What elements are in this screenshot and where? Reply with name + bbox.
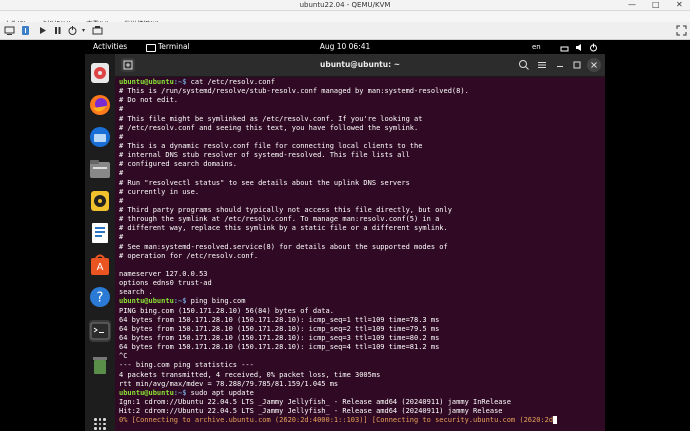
terminal-line: Hit:2 cdrom://Ubuntu 22.04.5 LTS _Jammy …	[119, 407, 503, 416]
close-window-icon[interactable]	[587, 58, 601, 72]
terminal-line: 64 bytes from 150.171.28.10 (150.171.28.…	[119, 315, 440, 324]
apt-progress-line: 0% [Connecting to archive.ubuntu.com (26…	[119, 416, 554, 425]
terminal-icon[interactable]	[89, 320, 111, 342]
terminal-line: 64 bytes from 150.171.28.10 (150.171.28.…	[119, 343, 440, 352]
host-toolbar: ▾	[0, 22, 690, 40]
right-margin	[605, 54, 690, 431]
terminal-line: 4 packets transmitted, 4 received, 0% pa…	[119, 370, 381, 379]
terminal-line: # different way, replace this symlink by…	[119, 224, 448, 233]
writer-icon[interactable]	[89, 222, 111, 244]
window-title: ubuntu22.04 - QEMU/KVM	[299, 1, 391, 9]
terminal-line: Ign:1 cdrom://Ubuntu 22.04.5 LTS _Jammy …	[119, 397, 511, 406]
prompt-user: ubuntu@ubuntu	[119, 297, 174, 306]
terminal-line: --- bing.com ping statistics ---	[119, 361, 254, 370]
terminal-line: 64 bytes from 150.171.28.10 (150.171.28.…	[119, 324, 440, 333]
terminal-line: # This is /run/systemd/resolve/stub-reso…	[119, 87, 469, 96]
search-icon[interactable]	[517, 58, 531, 72]
console-view-icon[interactable]	[4, 25, 15, 36]
left-margin	[0, 54, 85, 431]
terminal-line: 0% [Connecting to archive.ubuntu.com (26…	[119, 416, 603, 425]
power-menu-icon[interactable]	[589, 40, 598, 54]
firefox-icon[interactable]	[89, 94, 111, 116]
dock: A ?	[85, 54, 115, 431]
close-icon[interactable]: ✕	[676, 0, 683, 10]
terminal-window: ubuntu@ubuntu: ~ ubuntu@ubuntu:~$ cat /e…	[115, 54, 605, 431]
host-title-bar: ubuntu22.04 - QEMU/KVM — □ ✕	[0, 0, 690, 11]
terminal-line: rtt min/avg/max/mdev = 78.288/79.785/81.…	[119, 379, 339, 388]
files-icon[interactable]	[89, 158, 111, 180]
terminal-line: # See man:systemd-resolved.service(8) fo…	[119, 242, 448, 251]
snapshot-icon[interactable]	[92, 25, 103, 36]
terminal-line: # configured search domains.	[119, 160, 238, 169]
terminal-line: # currently in use.	[119, 187, 200, 196]
thunderbird-icon[interactable]	[89, 126, 111, 148]
power-menu-chevron-icon[interactable]: ▾	[78, 25, 89, 36]
terminal-line: ^C	[119, 352, 128, 361]
prompt-user: ubuntu@ubuntu	[119, 78, 174, 86]
show-apps-icon[interactable]	[94, 418, 106, 430]
svg-text:A: A	[97, 262, 104, 273]
prompt-path: :~$	[173, 297, 187, 306]
details-view-icon[interactable]	[20, 25, 31, 36]
minimize-window-icon[interactable]	[553, 58, 567, 72]
command-text: sudo apt update	[186, 388, 254, 397]
terminal-line: # operation for /etc/resolv.conf.	[119, 251, 259, 260]
terminal-line: # through the symlink at /etc/resolv.con…	[119, 215, 440, 224]
prompt-path: :~$	[173, 78, 187, 86]
terminal-line: #	[119, 132, 124, 141]
prompt-user: ubuntu@ubuntu	[119, 388, 174, 397]
guest-screen: Activities Terminal Aug 10 06:41 en A ? …	[0, 40, 690, 431]
host-menu-bar: 文件(F) 虚拟机(M) 查看(V) 发送按键(K)	[0, 11, 690, 28]
maximize-icon[interactable]: □	[652, 0, 660, 10]
terminal-line: # Run "resolvectl status" to see details…	[119, 178, 410, 187]
terminal-header-bar: ubuntu@ubuntu: ~	[115, 54, 605, 77]
network-icon[interactable]	[560, 40, 569, 54]
terminal-line: # /etc/resolv.conf and seeing this text,…	[119, 123, 419, 132]
terminal-line: # internal DNS stub resolver of systemd-…	[119, 151, 410, 160]
terminal-line: #	[119, 233, 124, 242]
svg-text:?: ?	[97, 291, 104, 306]
app-center-icon[interactable]: A	[89, 254, 111, 276]
terminal-line: options edns0 trust-ad	[119, 279, 212, 288]
terminal-line: # This is a dynamic resolv.conf file for…	[119, 141, 423, 150]
terminal-line: # Do not edit.	[119, 96, 179, 105]
disk-usage-icon[interactable]	[89, 62, 111, 84]
power-icon[interactable]	[67, 25, 78, 36]
hamburger-menu-icon[interactable]	[535, 58, 549, 72]
volume-icon[interactable]	[575, 40, 584, 54]
terminal-line: #	[119, 169, 124, 178]
terminal-title: ubuntu@ubuntu: ~	[319, 60, 401, 69]
cursor	[553, 416, 558, 425]
terminal-line: ubuntu@ubuntu:~$ sudo apt update	[119, 389, 603, 398]
terminal-output[interactable]: ubuntu@ubuntu:~$ cat /etc/resolv.conf # T…	[119, 78, 603, 429]
terminal-line: #	[119, 105, 124, 114]
command-text: ping bing.com	[186, 297, 246, 306]
terminal-line: search .	[119, 288, 153, 297]
command-text: cat /etc/resolv.conf	[186, 78, 275, 86]
clock[interactable]: Aug 10 06:41	[0, 40, 690, 54]
terminal-line: ubuntu@ubuntu:~$ ping bing.com	[119, 297, 603, 306]
trash-icon[interactable]	[89, 354, 111, 376]
terminal-line: #	[119, 196, 124, 205]
terminal-line: 64 bytes from 150.171.28.10 (150.171.28.…	[119, 333, 440, 342]
input-method-indicator[interactable]: en	[532, 40, 541, 54]
gnome-top-bar: Activities Terminal Aug 10 06:41 en	[0, 40, 690, 54]
terminal-line: PING bing.com (150.171.28.10) 56(84) byt…	[119, 306, 334, 315]
fullscreen-icon[interactable]	[676, 25, 687, 36]
minimize-icon[interactable]: —	[628, 0, 636, 10]
run-icon[interactable]	[37, 25, 48, 36]
help-icon[interactable]: ?	[89, 286, 111, 308]
pause-icon[interactable]	[52, 25, 63, 36]
terminal-line: # Third party programs should typically …	[119, 205, 452, 214]
terminal-line: nameserver 127.0.0.53	[119, 269, 208, 278]
maximize-window-icon[interactable]	[570, 58, 584, 72]
terminal-line: # This file might be symlinked as /etc/r…	[119, 114, 423, 123]
prompt-path: :~$	[173, 388, 187, 397]
terminal-line: ubuntu@ubuntu:~$ cat /etc/resolv.conf	[119, 78, 603, 87]
rhythmbox-icon[interactable]	[89, 190, 111, 212]
